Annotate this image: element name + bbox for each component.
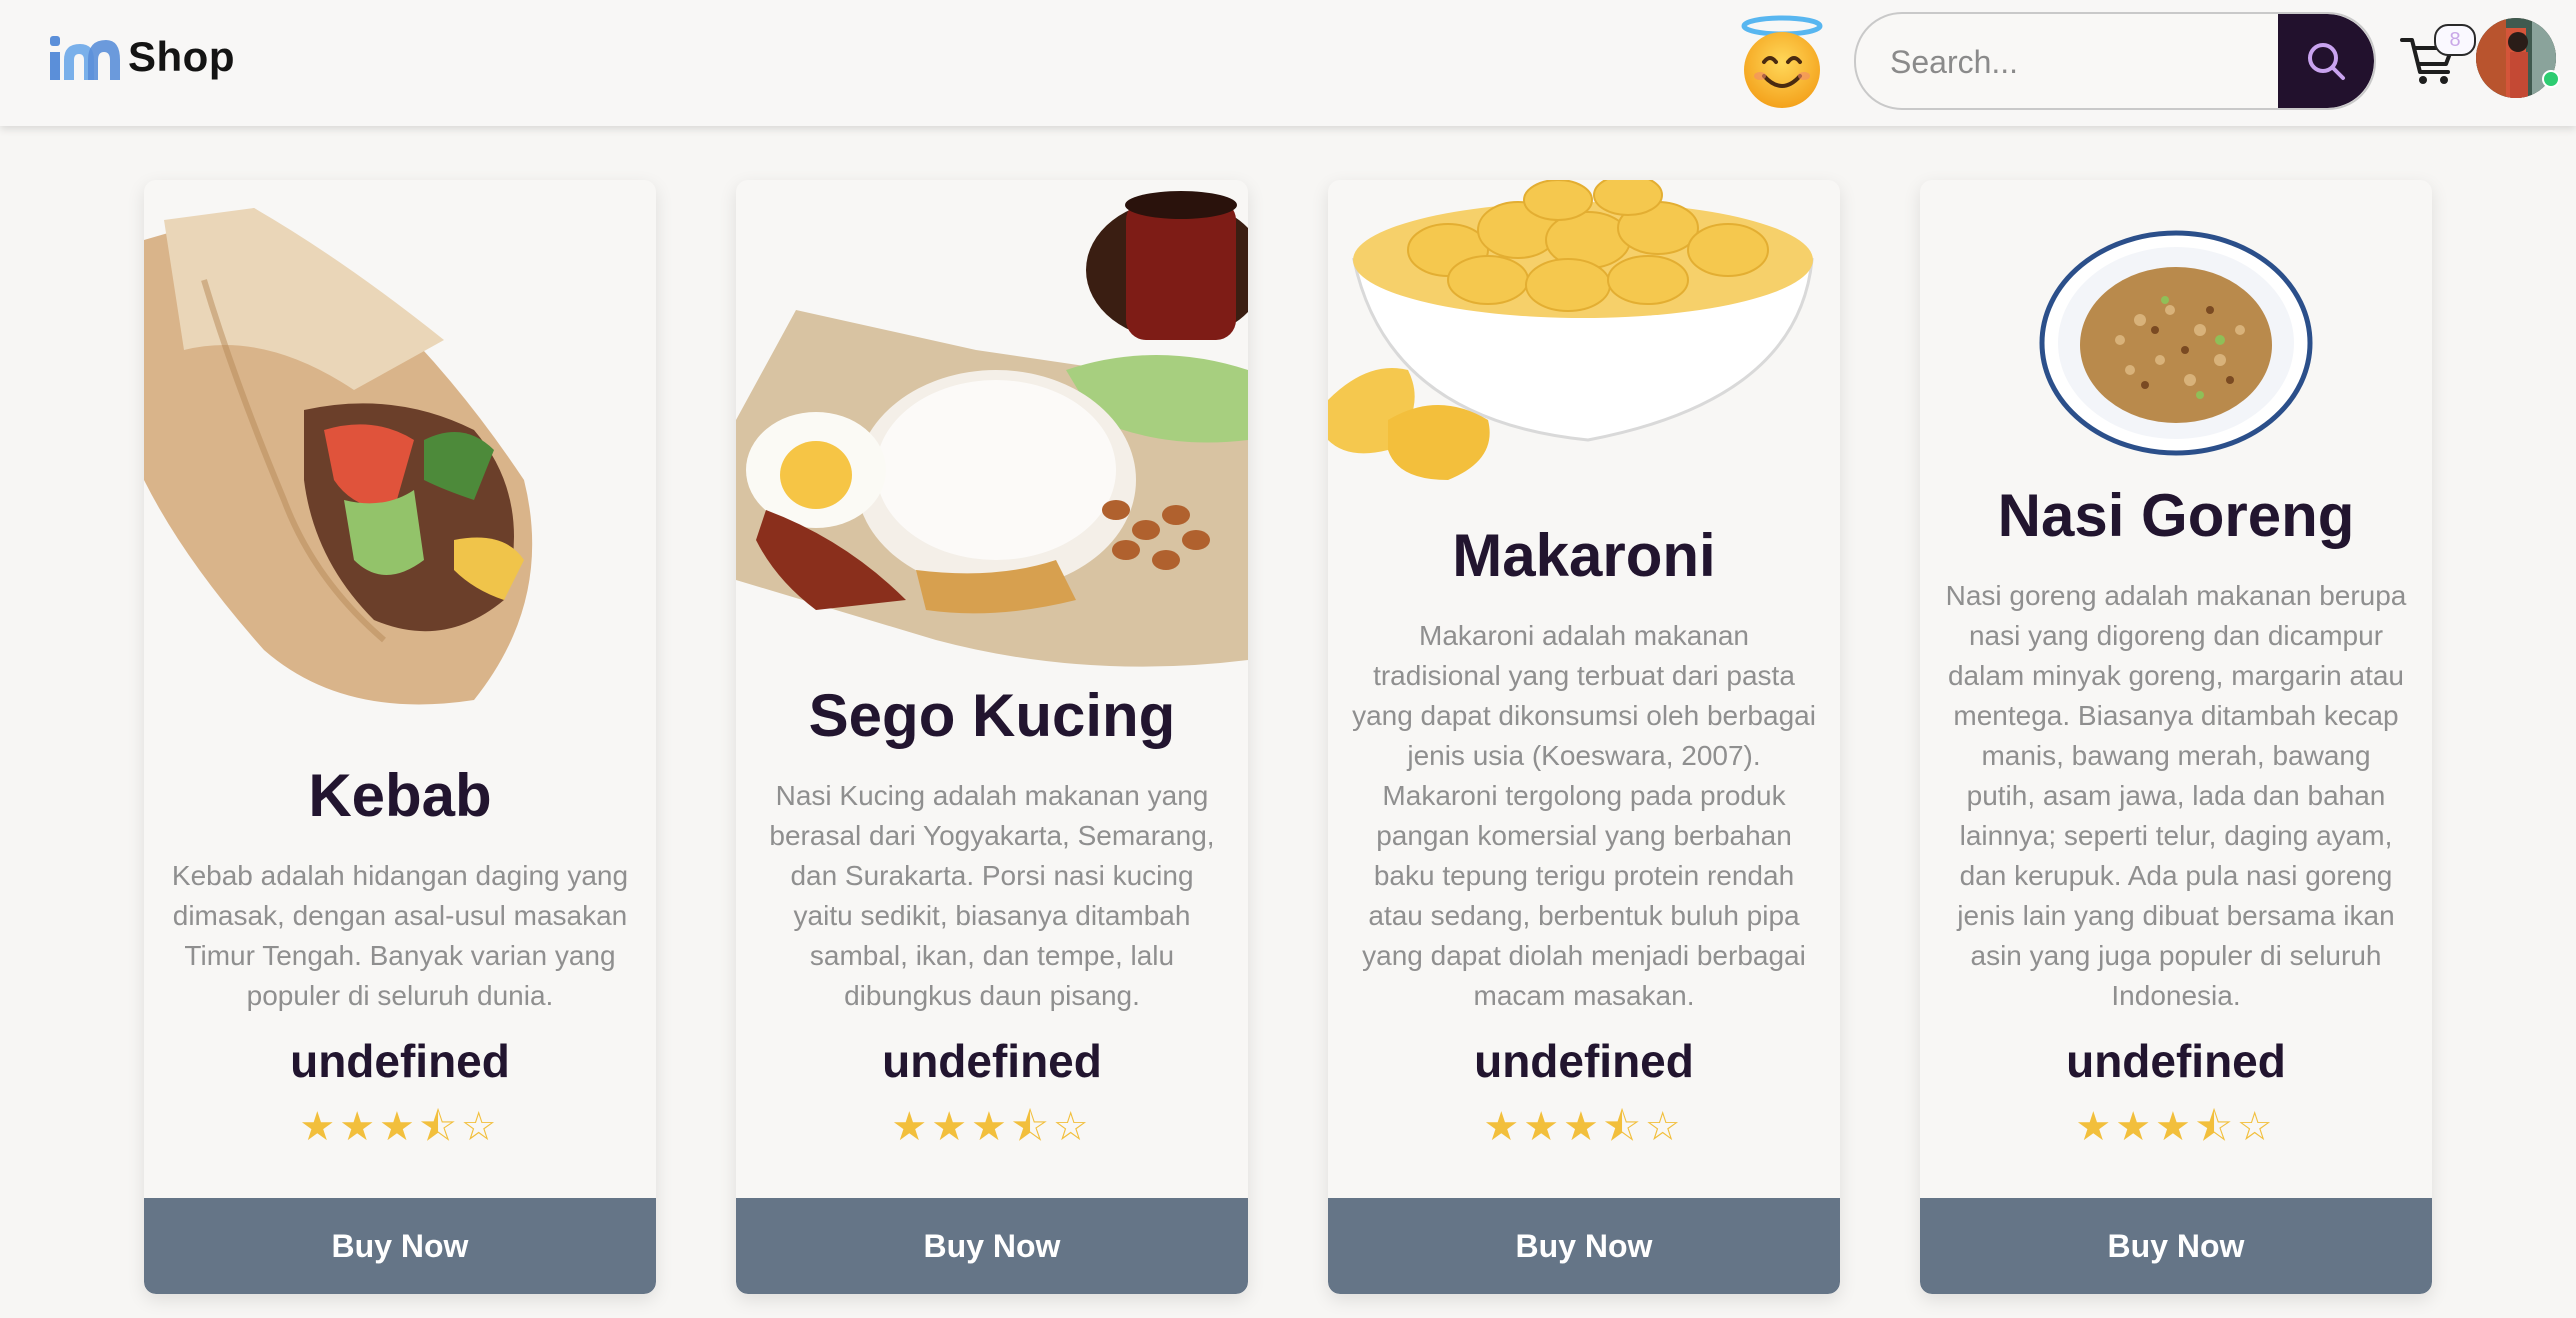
card-body: Nasi Goreng Nasi goreng adalah makanan b… — [1944, 481, 2408, 1174]
product-title: Sego Kucing — [808, 682, 1176, 749]
logo-icon — [50, 36, 120, 80]
buy-now-button[interactable]: Buy Now — [144, 1198, 656, 1294]
navbar: Shop 8 — [0, 0, 2576, 126]
nasi-goreng-image — [2039, 230, 2313, 456]
star-rating: ★★★⯪☆ — [1483, 1105, 1685, 1149]
product-title: Makaroni — [1452, 522, 1716, 589]
search-bar — [1854, 12, 2376, 110]
product-price: undefined — [882, 1035, 1102, 1087]
makaroni-image — [1328, 180, 1814, 480]
online-status-dot — [2542, 70, 2560, 88]
product-description: Makaroni adalah makanan tradisional yang… — [1352, 620, 1816, 1011]
sego-kucing-image — [736, 191, 1248, 667]
smiling-halo-emoji-icon[interactable] — [1734, 14, 1830, 110]
product-card-kebab: Kebab Kebab adalah hidangan daging yang … — [144, 180, 656, 1294]
product-card-makaroni: Makaroni Makaroni adalah makanan tradisi… — [1328, 180, 1840, 1294]
product-description: Nasi goreng adalah makanan berupa nasi y… — [1945, 580, 2407, 1011]
avatar[interactable] — [2476, 18, 2556, 98]
product-description: Kebab adalah hidangan daging yang dimasa… — [171, 860, 629, 1011]
search-icon — [2308, 43, 2345, 80]
search-button[interactable] — [2278, 14, 2374, 108]
kebab-image — [144, 208, 533, 705]
card-body: Sego Kucing Nasi Kucing adalah makanan y… — [760, 681, 1224, 1174]
product-price: undefined — [1474, 1035, 1694, 1087]
card-body: Makaroni Makaroni adalah makanan tradisi… — [1352, 521, 1816, 1174]
card-body: Kebab Kebab adalah hidangan daging yang … — [168, 761, 632, 1174]
search-input[interactable] — [1888, 14, 2272, 108]
cart-count-badge: 8 — [2434, 24, 2476, 56]
buy-now-button[interactable]: Buy Now — [1328, 1198, 1840, 1294]
product-card-nasi-goreng: Nasi Goreng Nasi goreng adalah makanan b… — [1920, 180, 2432, 1294]
star-rating: ★★★⯪☆ — [2075, 1105, 2277, 1149]
product-price: undefined — [290, 1035, 510, 1087]
logo-text: Shop — [128, 33, 235, 80]
product-price: undefined — [2066, 1035, 2286, 1087]
buy-now-button[interactable]: Buy Now — [736, 1198, 1248, 1294]
star-rating: ★★★⯪☆ — [891, 1105, 1093, 1149]
star-rating: ★★★⯪☆ — [299, 1105, 501, 1149]
profile-photo — [2476, 18, 2556, 98]
product-card-sego-kucing: Sego Kucing Nasi Kucing adalah makanan y… — [736, 180, 1248, 1294]
product-title: Nasi Goreng — [1997, 482, 2355, 549]
logo[interactable]: Shop — [48, 30, 235, 84]
product-title: Kebab — [308, 762, 492, 829]
product-description: Nasi Kucing adalah makanan yang berasal … — [769, 780, 1215, 1011]
buy-now-button[interactable]: Buy Now — [1920, 1198, 2432, 1294]
